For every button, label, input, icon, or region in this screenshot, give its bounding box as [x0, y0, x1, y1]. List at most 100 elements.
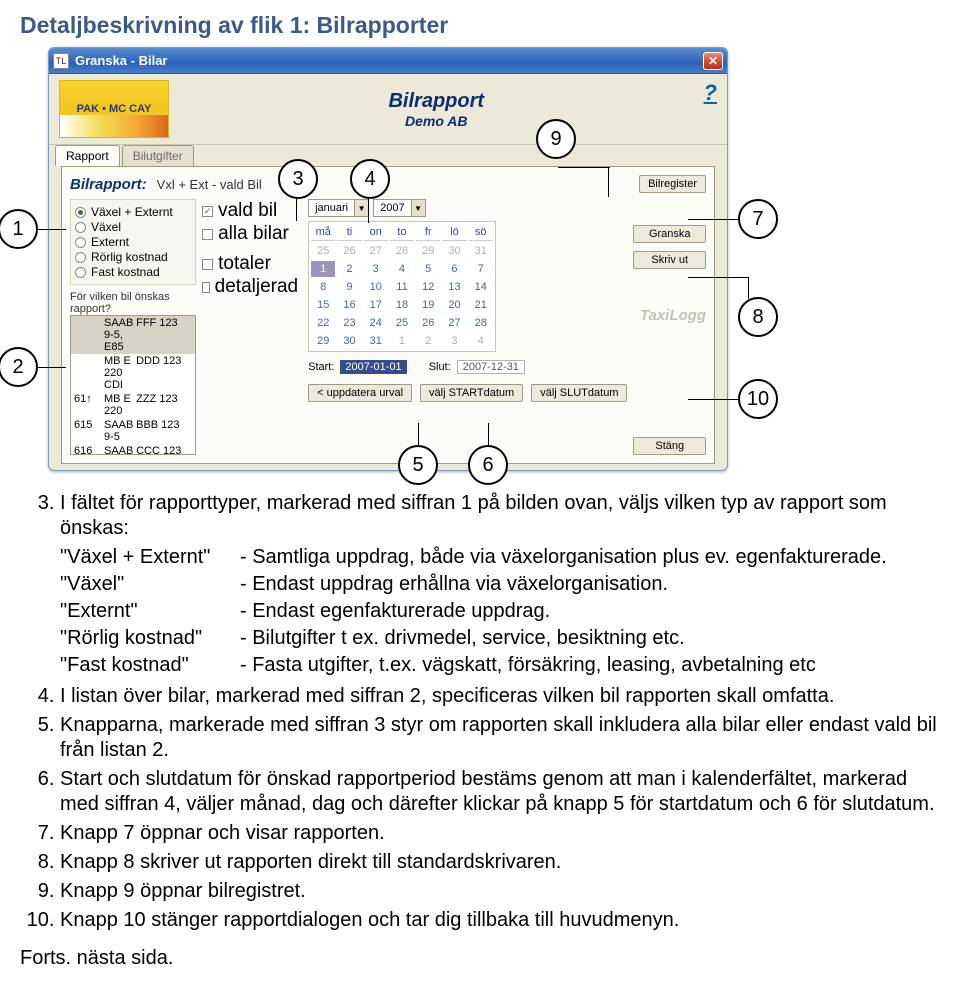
tab-pane: Bilrapport: Vxl + Ext - vald Bil Bilregi… — [61, 166, 715, 464]
chk-label: totaler — [218, 253, 271, 275]
calendar-day[interactable]: 25 — [390, 315, 414, 331]
skriv-ut-button[interactable]: Skriv ut — [633, 251, 706, 269]
calendar-day[interactable]: 30 — [442, 243, 466, 259]
calendar-day[interactable]: 7 — [469, 261, 493, 277]
year-combo[interactable]: 2007▼ — [373, 199, 425, 217]
calendar-day[interactable]: 29 — [416, 243, 440, 259]
callout-5: 5 — [398, 445, 438, 485]
chk-detaljerad[interactable] — [202, 282, 210, 293]
calendar-day[interactable]: 3 — [364, 261, 388, 277]
granska-button[interactable]: Granska — [633, 225, 706, 243]
callout-6: 6 — [468, 445, 508, 485]
update-selection-button[interactable]: < uppdatera urval — [308, 384, 412, 402]
calendar-day[interactable]: 13 — [442, 279, 466, 295]
calendar-day[interactable]: 1 — [390, 333, 414, 349]
sub-name: "Växel" — [60, 572, 240, 597]
list-item-8: Knapp 8 skriver ut rapporten direkt till… — [60, 850, 940, 875]
page-title: Detaljbeskrivning av flik 1: Bilrapporte… — [20, 12, 940, 39]
calendar-day[interactable]: 31 — [364, 333, 388, 349]
calendar-day[interactable]: 15 — [311, 297, 335, 313]
calendar-day[interactable]: 31 — [469, 243, 493, 259]
chk-vald-bil[interactable]: ✓ — [202, 206, 213, 217]
radio-label: Fast kostnad — [91, 265, 160, 279]
tabs-row: Rapport Bilutgifter Bilrapport: Vxl + Ex… — [49, 145, 727, 464]
continuation-text: Forts. nästa sida. — [20, 947, 940, 970]
calendar-day[interactable]: 28 — [469, 315, 493, 331]
logo: PAK • MC CAY — [59, 80, 169, 138]
calendar-day[interactable]: 10 — [364, 279, 388, 295]
calendar-day[interactable]: 22 — [311, 315, 335, 331]
list-cell: 61↑ — [74, 393, 104, 417]
calendar-day[interactable]: 30 — [337, 333, 361, 349]
radio-rorlig[interactable] — [75, 252, 86, 263]
calendar-day[interactable]: 9 — [337, 279, 361, 295]
radio-vaxel[interactable] — [75, 222, 86, 233]
list-cell: SAAB 9-5 — [104, 445, 136, 455]
help-icon[interactable]: ? — [704, 80, 717, 106]
calendar-day[interactable]: 3 — [442, 333, 466, 349]
tab-bilutgifter[interactable]: Bilutgifter — [122, 145, 194, 166]
list-cell: MB E 220 — [104, 393, 136, 417]
callout-2: 2 — [0, 347, 38, 387]
calendar-day[interactable]: 14 — [469, 279, 493, 295]
calendar-day[interactable]: 26 — [416, 315, 440, 331]
weekday: to — [390, 224, 414, 241]
calendar-day[interactable]: 24 — [364, 315, 388, 331]
calendar-day[interactable]: 1 — [311, 261, 335, 277]
tab-rapport[interactable]: Rapport — [55, 145, 120, 166]
explanation-block: I fältet för rapporttyper, markerad med … — [20, 491, 940, 933]
report-type-group: Växel + Externt Växel Externt Rörlig kos… — [70, 199, 196, 285]
calendar-day[interactable]: 18 — [390, 297, 414, 313]
calendar-day[interactable]: 12 — [416, 279, 440, 295]
list-cell — [74, 317, 104, 353]
radio-vaxel-externt[interactable] — [75, 207, 86, 218]
callout-7: 7 — [738, 199, 778, 239]
month-combo[interactable]: januari▼ — [308, 199, 369, 217]
radio-fast[interactable] — [75, 267, 86, 278]
calendar-day[interactable]: 23 — [337, 315, 361, 331]
calendar-day[interactable]: 25 — [311, 243, 335, 259]
calendar-day[interactable]: 8 — [311, 279, 335, 295]
calendar-day[interactable]: 26 — [337, 243, 361, 259]
weekday: må — [311, 224, 335, 241]
logo-text: PAK • MC CAY — [77, 103, 152, 115]
radio-externt[interactable] — [75, 237, 86, 248]
list-cell: SAAB 9-5 — [104, 419, 136, 443]
combo-text: 2007 — [374, 202, 410, 214]
sub-name: "Externt" — [60, 599, 240, 624]
calendar-day[interactable]: 28 — [390, 243, 414, 259]
chk-alla-bilar[interactable] — [202, 229, 213, 240]
calendar-day[interactable]: 19 — [416, 297, 440, 313]
calendar-day[interactable]: 2 — [416, 333, 440, 349]
calendar-day[interactable]: 6 — [442, 261, 466, 277]
car-listbox[interactable]: SAAB 9-5, E85FFF 123 MB E 220 CDIDDD 123… — [70, 315, 196, 455]
calendar-day[interactable]: 4 — [390, 261, 414, 277]
chevron-down-icon: ▼ — [411, 200, 425, 216]
list-item-4: I listan över bilar, markerad med siffra… — [60, 684, 940, 709]
calendar-day[interactable]: 27 — [442, 315, 466, 331]
calendar-day[interactable]: 11 — [390, 279, 414, 295]
calendar-day[interactable]: 21 — [469, 297, 493, 313]
calendar[interactable]: må ti on to fr lö sö 2526272829303112345… — [308, 221, 496, 352]
calendar-day[interactable]: 5 — [416, 261, 440, 277]
callout-8: 8 — [738, 297, 778, 337]
callout-1: 1 — [0, 209, 38, 249]
start-date-button[interactable]: välj STARTdatum — [420, 384, 523, 402]
slut-date-button[interactable]: välj SLUTdatum — [531, 384, 627, 402]
calendar-day[interactable]: 16 — [337, 297, 361, 313]
calendar-day[interactable]: 2 — [337, 261, 361, 277]
calendar-day[interactable]: 29 — [311, 333, 335, 349]
chk-label: alla bilar — [218, 223, 289, 245]
close-icon[interactable]: ✕ — [703, 52, 723, 70]
calendar-day[interactable]: 17 — [364, 297, 388, 313]
calendar-day[interactable]: 27 — [364, 243, 388, 259]
chk-totaler[interactable] — [202, 259, 213, 270]
list-item-7: Knapp 7 öppnar och visar rapporten. — [60, 821, 940, 846]
calendar-day[interactable]: 20 — [442, 297, 466, 313]
bilregister-button[interactable]: Bilregister — [639, 175, 706, 193]
app-icon: TL — [53, 53, 69, 69]
stang-button[interactable]: Stäng — [633, 437, 706, 455]
calendar-day[interactable]: 4 — [469, 333, 493, 349]
right-column: Granska Skriv ut TaxiLogg Stäng — [633, 199, 706, 455]
list-item-9: Knapp 9 öppnar bilregistret. — [60, 879, 940, 904]
